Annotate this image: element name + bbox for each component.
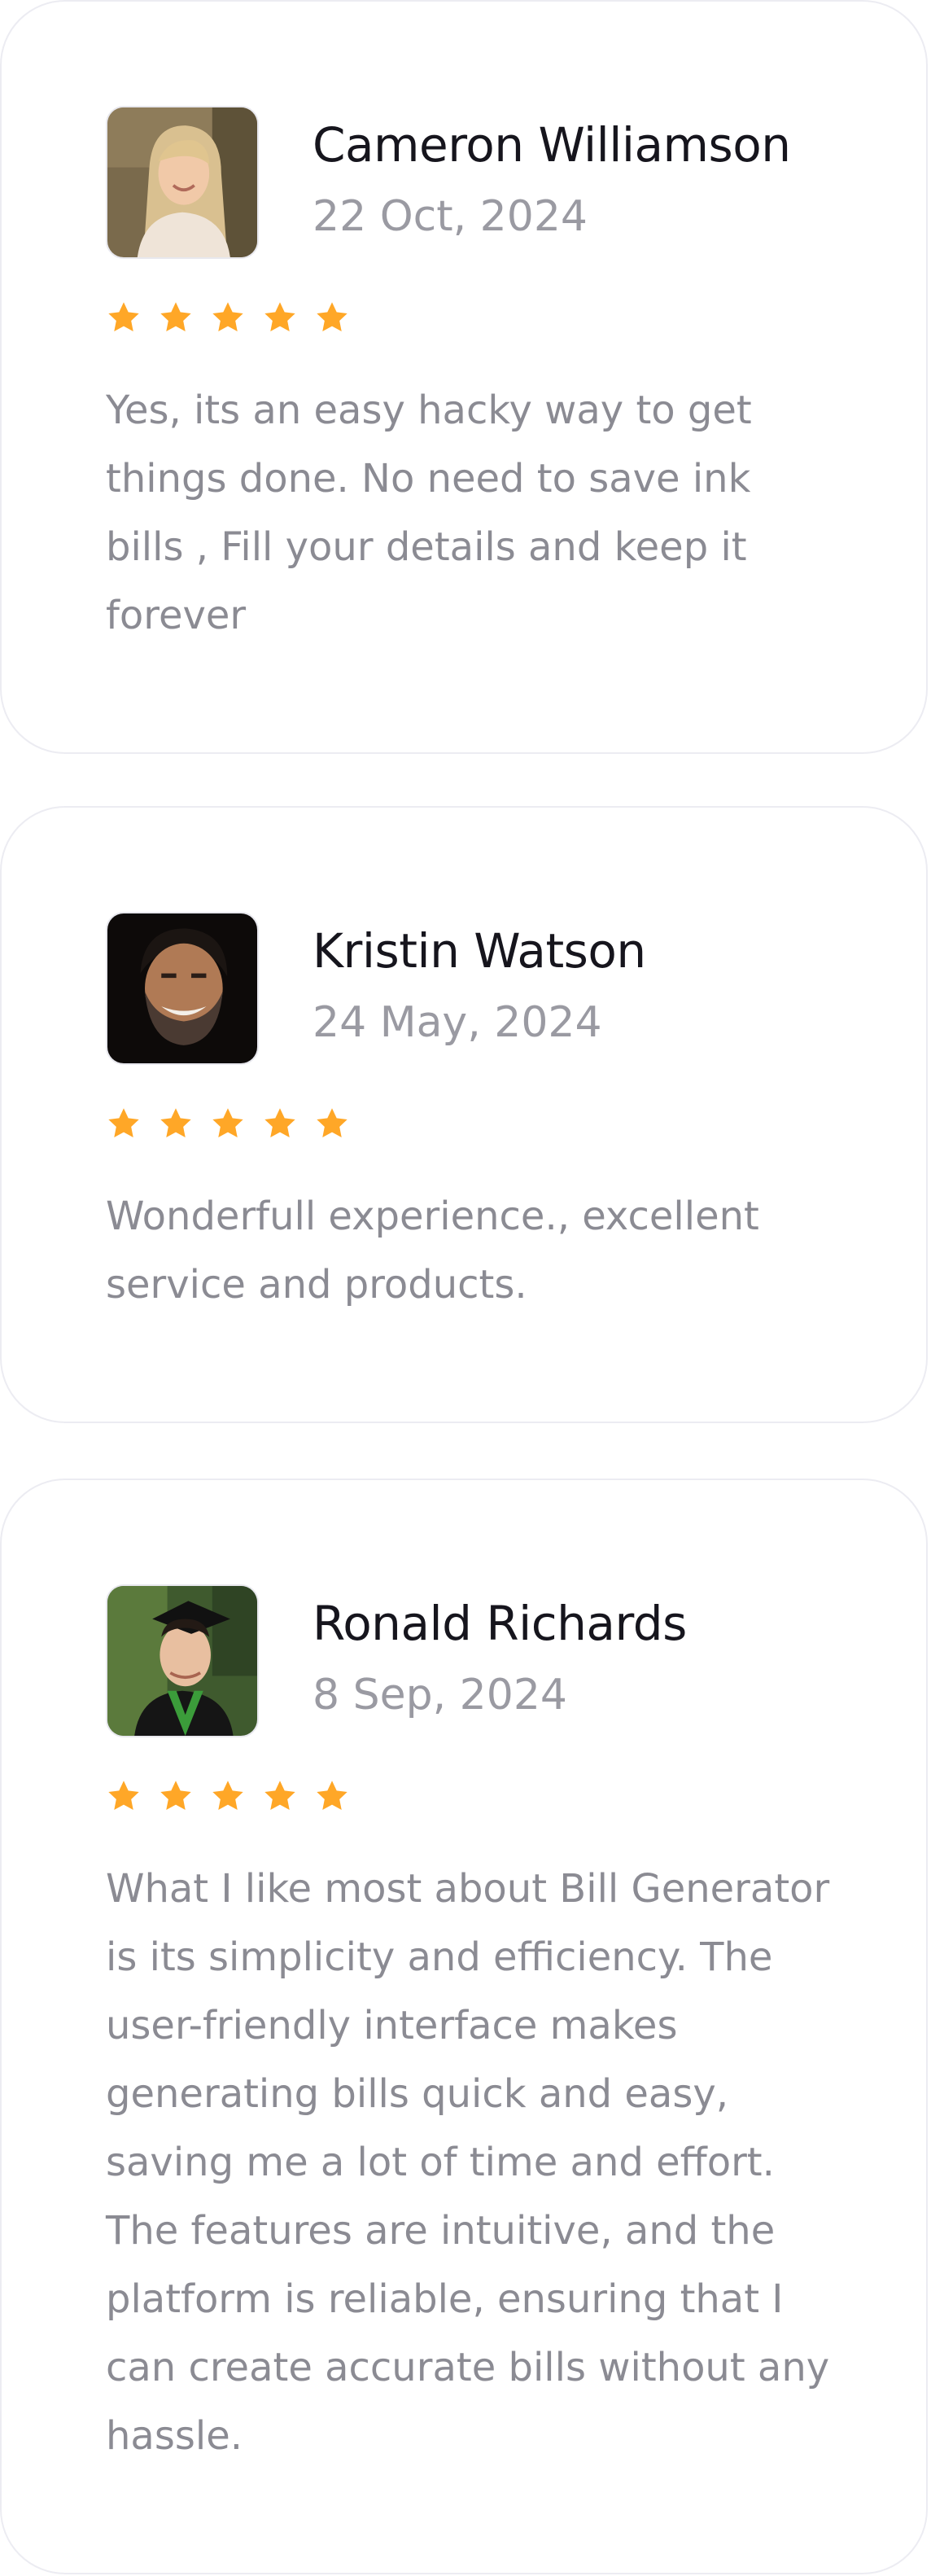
star-rating (106, 1106, 350, 1145)
avatar (106, 106, 259, 259)
avatar (106, 912, 259, 1065)
reviewer-name: Cameron Williamson (313, 117, 791, 173)
star-icon (262, 1106, 298, 1141)
review-card: Kristin Watson 24 May, 2024 Wonderfull e… (0, 806, 928, 1423)
review-text: What I like most about Bill Generator is… (106, 1866, 830, 2459)
star-rating (106, 1778, 350, 1817)
review-date: 24 May, 2024 (313, 998, 602, 1047)
review-date: 22 Oct, 2024 (313, 192, 588, 241)
reviewer-name: Ronald Richards (313, 1596, 687, 1651)
star-icon (210, 300, 246, 335)
star-icon (262, 300, 298, 335)
reviewer-name: Kristin Watson (313, 923, 646, 979)
star-icon (262, 1778, 298, 1814)
star-icon (314, 300, 350, 335)
star-icon (106, 300, 142, 335)
star-icon (210, 1778, 246, 1814)
star-icon (158, 1106, 194, 1141)
star-icon (158, 300, 194, 335)
review-text: Wonderfull experience., excellent servic… (106, 1194, 759, 1308)
review-card: Cameron Williamson 22 Oct, 2024 Yes, its… (0, 0, 928, 754)
star-icon (158, 1778, 194, 1814)
review-card: Ronald Richards 8 Sep, 2024 What I like … (0, 1479, 928, 2574)
star-icon (314, 1106, 350, 1141)
star-icon (106, 1778, 142, 1814)
star-icon (314, 1778, 350, 1814)
star-rating (106, 300, 350, 339)
review-date: 8 Sep, 2024 (313, 1671, 568, 1720)
avatar (106, 1584, 259, 1737)
review-text: Yes, its an easy hacky way to get things… (106, 388, 752, 638)
star-icon (106, 1106, 142, 1141)
star-icon (210, 1106, 246, 1141)
